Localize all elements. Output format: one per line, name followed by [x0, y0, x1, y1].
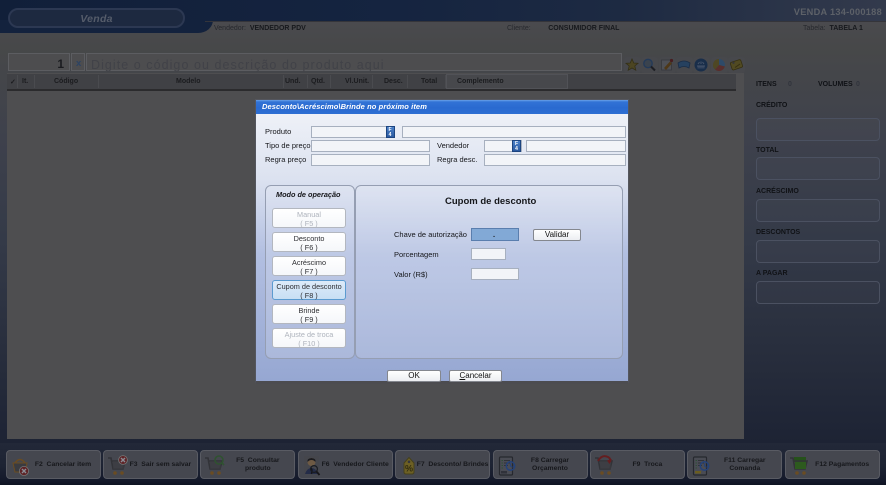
- svg-text:%: %: [405, 464, 413, 474]
